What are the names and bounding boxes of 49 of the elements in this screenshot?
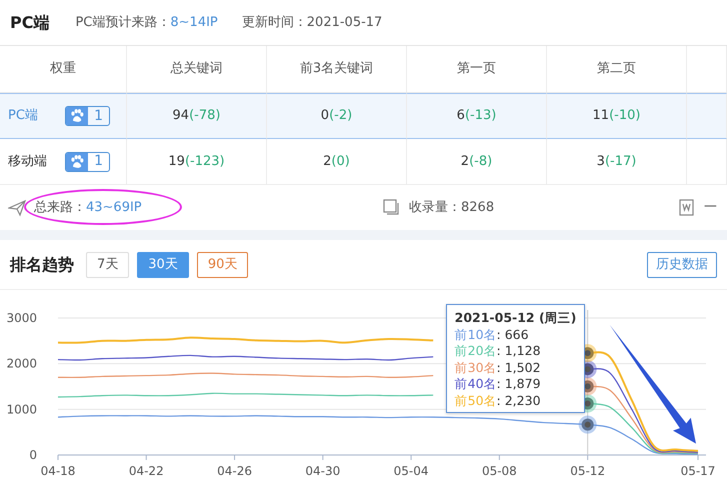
table-cell: 19(-123) [127, 139, 267, 185]
table-cell: 2(0) [267, 139, 407, 185]
send-icon [8, 198, 26, 216]
paw-icon [66, 107, 88, 125]
tooltip-title: 2021-05-12 (周三) [454, 310, 576, 325]
table-cell: 0(-2) [267, 93, 407, 139]
summary-label: 一 [704, 198, 717, 217]
axis-label: 04-26 [217, 464, 252, 478]
tooltip-entry: 前30名: 1,502 [454, 360, 541, 374]
axis-label: 04-22 [128, 464, 164, 478]
tooltip-entry: 前40名: 1,879 [454, 376, 541, 391]
axis-label: 05-08 [482, 464, 517, 478]
table-cell: 6(-13) [407, 93, 547, 139]
section-title: 排名趋势 [10, 254, 74, 276]
paw-icon [66, 152, 88, 170]
row-label[interactable]: PC端 [8, 106, 38, 126]
table-cell: 11(-10) [547, 93, 687, 139]
page-title: PC端 [10, 12, 50, 34]
baidu-weight-badge: 1 [65, 152, 110, 172]
row-label[interactable]: 移动端 [8, 152, 47, 172]
table-cell: 3(-17) [547, 139, 687, 185]
update-time: 更新时间：2021-05-17 [242, 14, 382, 32]
axis-label: 05-12 [570, 464, 606, 478]
history-button[interactable]: 历史数据 [647, 252, 717, 278]
axis-label: 04-30 [305, 464, 340, 478]
traffic-estimate: PC端预计来路：8~14IP [75, 14, 218, 32]
axis-label: 05-17 [680, 464, 716, 478]
axis-label: 2000 [6, 356, 37, 371]
table-cell [687, 139, 727, 185]
tooltip-entry: 前10名: 666 [454, 326, 529, 342]
baidu-weight-badge: 1 [65, 106, 110, 126]
axis-label: 04-18 [40, 464, 76, 478]
axis-label: 1000 [6, 402, 37, 416]
axis-label: 05-04 [394, 464, 429, 478]
document-icon [678, 198, 696, 216]
table-cell: 94(-78) [127, 93, 267, 139]
copy-icon [383, 198, 401, 216]
data-point [578, 416, 597, 434]
range-tab[interactable]: 7天 [86, 252, 130, 278]
axis-label: 3000 [6, 311, 37, 325]
table-cell: 2(-8) [407, 139, 547, 185]
summary-stat: 收录量：8268 [409, 198, 494, 217]
summary-stat: 总来路：43~69IP [34, 198, 142, 218]
tooltip-entry: 前50名: 2,230 [454, 392, 541, 408]
axis-label: 0 [29, 448, 37, 462]
table-cell [687, 93, 727, 139]
range-tab[interactable]: 90天 [196, 252, 248, 278]
range-tab[interactable]: 30天 [137, 252, 189, 278]
tooltip-entry: 前20名: 1,128 [454, 343, 541, 358]
